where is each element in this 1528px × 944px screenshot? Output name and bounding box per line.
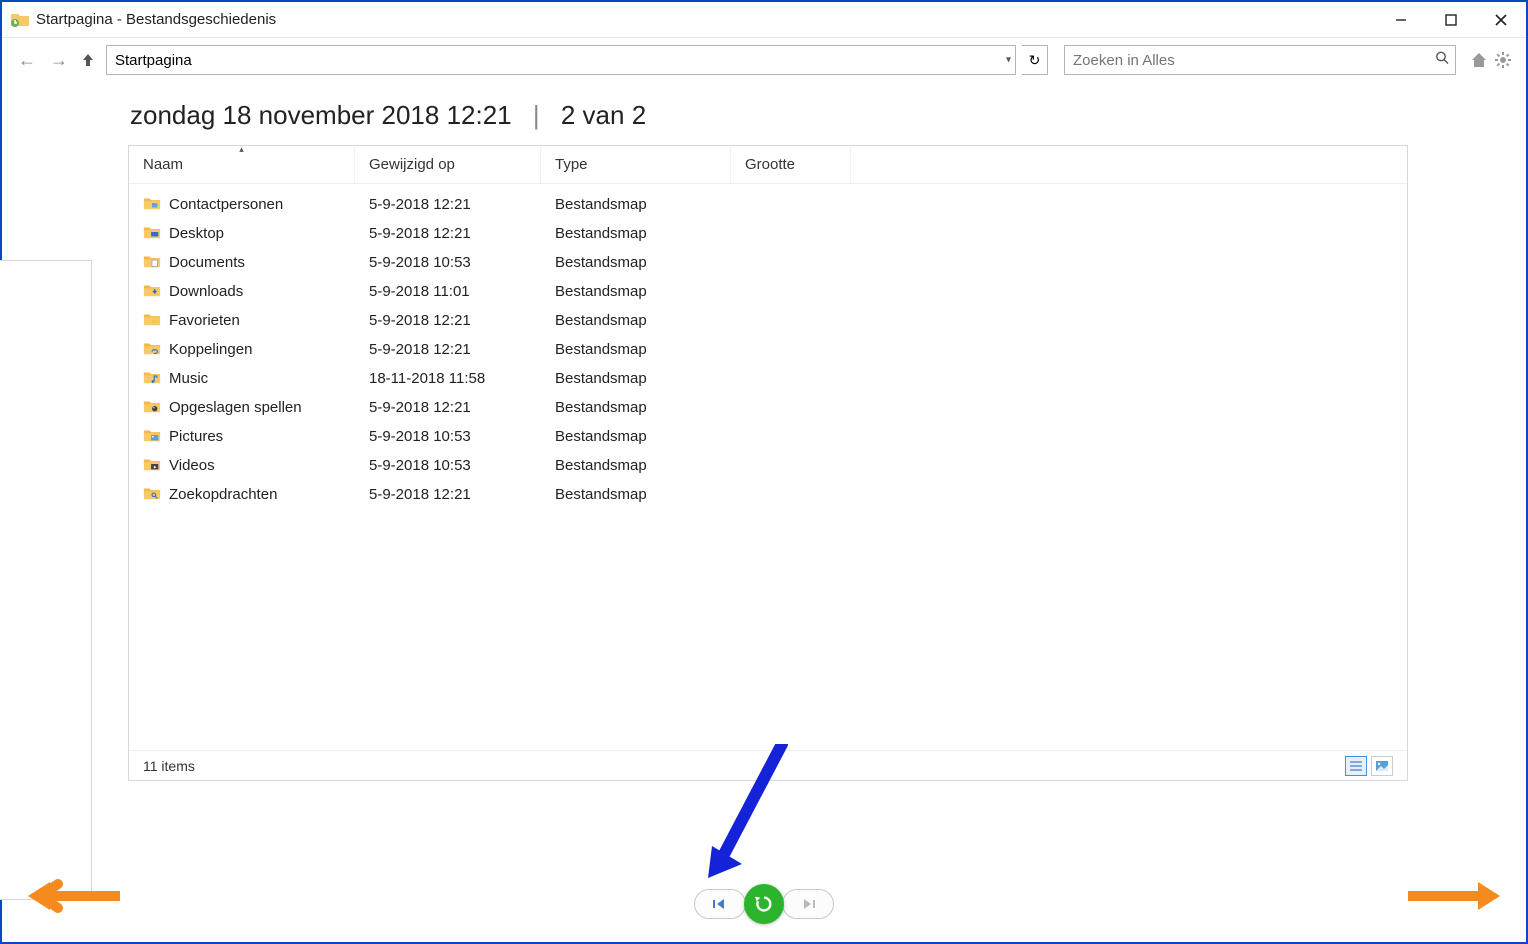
search-icon[interactable] [1435, 51, 1449, 70]
gear-icon[interactable] [1492, 49, 1514, 71]
file-modified: 5-9-2018 12:21 [355, 341, 541, 358]
file-name: Koppelingen [169, 341, 252, 358]
file-modified: 5-9-2018 12:21 [355, 399, 541, 416]
table-row[interactable]: Documents 5-9-2018 10:53Bestandsmap [129, 248, 1407, 277]
address-dropdown-icon[interactable]: ▾ [1006, 55, 1011, 66]
column-headers: Naam ▴ Gewijzigd op Type Grootte [129, 146, 1407, 184]
next-version-button[interactable] [782, 889, 834, 919]
table-row[interactable]: Favorieten 5-9-2018 12:21Bestandsmap [129, 306, 1407, 335]
header-separator: | [533, 100, 540, 130]
file-name: Documents [169, 254, 245, 271]
up-button[interactable] [78, 50, 98, 70]
file-modified: 5-9-2018 12:21 [355, 486, 541, 503]
file-type: Bestandsmap [541, 254, 731, 271]
file-name: Videos [169, 457, 215, 474]
folder-icon [143, 456, 161, 476]
annotation-arrow-right [1408, 876, 1508, 916]
table-row[interactable]: Pictures 5-9-2018 10:53Bestandsmap [129, 422, 1407, 451]
column-header-type[interactable]: Type [541, 146, 731, 183]
back-button[interactable]: ← [14, 47, 40, 73]
nav-row: ← → Startpagina ▾ ↻ [2, 38, 1526, 82]
folder-icon [143, 253, 161, 273]
file-modified: 5-9-2018 10:53 [355, 457, 541, 474]
close-button[interactable] [1476, 2, 1526, 38]
maximize-button[interactable] [1426, 2, 1476, 38]
column-header-name[interactable]: Naam ▴ [129, 146, 355, 183]
app-icon [10, 10, 30, 30]
file-list-pane: Naam ▴ Gewijzigd op Type Grootte Contact… [128, 145, 1408, 781]
folder-icon [143, 369, 161, 389]
file-modified: 18-11-2018 11:58 [355, 370, 541, 387]
folder-icon [143, 195, 161, 215]
file-type: Bestandsmap [541, 486, 731, 503]
file-rows: Contactpersonen5-9-2018 12:21Bestandsmap… [129, 184, 1407, 750]
search-box[interactable] [1064, 45, 1456, 75]
file-modified: 5-9-2018 11:01 [355, 283, 541, 300]
file-type: Bestandsmap [541, 457, 731, 474]
file-modified: 5-9-2018 10:53 [355, 254, 541, 271]
file-name: Music [169, 370, 208, 387]
file-modified: 5-9-2018 12:21 [355, 196, 541, 213]
refresh-button[interactable]: ↻ [1022, 45, 1048, 75]
minimize-button[interactable] [1376, 2, 1426, 38]
file-name: Desktop [169, 225, 224, 242]
version-timestamp: zondag 18 november 2018 12:21 [130, 100, 512, 130]
file-modified: 5-9-2018 12:21 [355, 312, 541, 329]
folder-icon [143, 311, 161, 331]
previous-version-sliver[interactable] [0, 260, 92, 900]
sort-indicator-icon: ▴ [239, 144, 244, 155]
table-row[interactable]: Koppelingen 5-9-2018 12:21Bestandsmap [129, 335, 1407, 364]
file-modified: 5-9-2018 12:21 [355, 225, 541, 242]
table-row[interactable]: Videos 5-9-2018 10:53Bestandsmap [129, 451, 1407, 480]
table-row[interactable]: Downloads 5-9-2018 11:01Bestandsmap [129, 277, 1407, 306]
folder-icon [143, 282, 161, 302]
file-name: Opgeslagen spellen [169, 399, 302, 416]
address-bar[interactable]: Startpagina ▾ [106, 45, 1016, 75]
file-type: Bestandsmap [541, 341, 731, 358]
folder-icon [143, 340, 161, 360]
file-type: Bestandsmap [541, 283, 731, 300]
file-name: Downloads [169, 283, 243, 300]
version-position: 2 van 2 [561, 100, 646, 130]
titlebar: Startpagina - Bestandsgeschiedenis [2, 2, 1526, 38]
table-row[interactable]: Contactpersonen 5-9-2018 12:21Bestandsmap [129, 190, 1407, 219]
file-type: Bestandsmap [541, 196, 731, 213]
folder-icon [143, 485, 161, 505]
forward-button[interactable]: → [46, 47, 72, 73]
version-header: zondag 18 november 2018 12:21 | 2 van 2 [130, 100, 1508, 131]
file-name: Favorieten [169, 312, 240, 329]
window-controls [1376, 2, 1526, 38]
file-type: Bestandsmap [541, 225, 731, 242]
icons-view-button[interactable] [1371, 756, 1393, 776]
file-name: Pictures [169, 428, 223, 445]
status-bar: 11 items [129, 750, 1407, 780]
content-area: zondag 18 november 2018 12:21 | 2 van 2 … [2, 100, 1526, 781]
home-icon[interactable] [1468, 49, 1490, 71]
column-header-size[interactable]: Grootte [731, 146, 851, 183]
previous-version-button[interactable] [694, 889, 746, 919]
restore-button[interactable] [744, 884, 784, 924]
file-type: Bestandsmap [541, 370, 731, 387]
column-header-modified[interactable]: Gewijzigd op [355, 146, 541, 183]
address-text: Startpagina [115, 52, 192, 69]
folder-icon [143, 224, 161, 244]
table-row[interactable]: Zoekopdrachten 5-9-2018 12:21Bestandsmap [129, 480, 1407, 509]
folder-icon [143, 398, 161, 418]
file-modified: 5-9-2018 10:53 [355, 428, 541, 445]
search-input[interactable] [1073, 52, 1447, 69]
file-name: Contactpersonen [169, 196, 283, 213]
folder-icon [143, 427, 161, 447]
details-view-button[interactable] [1345, 756, 1367, 776]
window-title: Startpagina - Bestandsgeschiedenis [36, 11, 276, 28]
file-type: Bestandsmap [541, 399, 731, 416]
item-count: 11 items [143, 758, 195, 774]
file-name: Zoekopdrachten [169, 486, 277, 503]
table-row[interactable]: Music 18-11-2018 11:58Bestandsmap [129, 364, 1407, 393]
file-type: Bestandsmap [541, 428, 731, 445]
file-type: Bestandsmap [541, 312, 731, 329]
table-row[interactable]: Desktop 5-9-2018 12:21Bestandsmap [129, 219, 1407, 248]
table-row[interactable]: Opgeslagen spellen 5-9-2018 12:21Bestands… [129, 393, 1407, 422]
version-nav-controls [694, 884, 834, 924]
